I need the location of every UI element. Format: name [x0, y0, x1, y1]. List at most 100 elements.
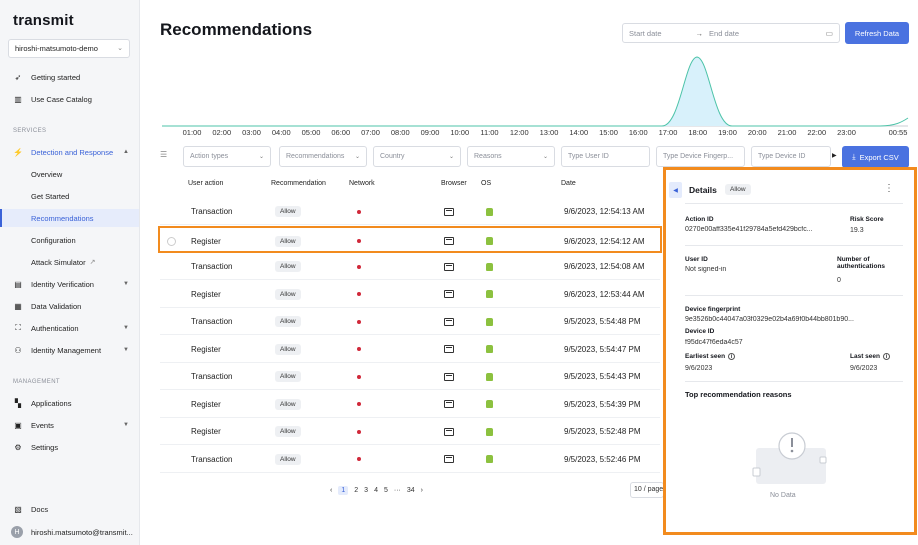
page-button-2[interactable]: 2: [354, 487, 358, 494]
sidebar-subitem-get-started[interactable]: Get Started: [0, 187, 139, 205]
table-row[interactable]: Transaction Allow 9/6/2023, 12:54:08 AM: [160, 253, 660, 280]
user-profile[interactable]: H hiroshi.matsumoto@transmit...: [0, 523, 139, 541]
tenant-selector[interactable]: hiroshi-matsumoto-demo ⌄: [8, 39, 130, 58]
sidebar-subitem-overview[interactable]: Overview: [0, 165, 139, 183]
sidebar-item-identity-management[interactable]: ⚇ Identity Management ▼: [0, 341, 139, 359]
action-types-select[interactable]: Action types ⌄: [183, 146, 271, 167]
book-icon: ▥: [14, 94, 22, 104]
export-csv-button[interactable]: ⤓ Export CSV: [842, 146, 909, 168]
column-header-browser[interactable]: Browser: [441, 180, 467, 187]
sidebar-item-settings[interactable]: ⚙ Settings: [0, 438, 139, 456]
sidebar-item-applications[interactable]: ▚ Applications: [0, 394, 139, 412]
user-action-cell: Register: [191, 289, 221, 299]
filter-icon[interactable]: ☰: [160, 150, 167, 159]
sidebar-item-docs[interactable]: ▧ Docs: [0, 500, 139, 518]
sidebar-item-identity-verification[interactable]: ▤ Identity Verification ▼: [0, 275, 139, 293]
android-icon: [486, 455, 493, 463]
timeline-tick-label: 00:55: [888, 128, 908, 137]
external-link-icon: ↗: [89, 259, 96, 266]
column-header-date[interactable]: Date: [561, 180, 576, 187]
divider: [685, 381, 903, 382]
timeline-tick-label: 01:00: [182, 128, 202, 137]
table-row[interactable]: Register Allow 9/5/2023, 5:54:39 PM: [160, 391, 660, 418]
user-id-input[interactable]: Type User ID: [561, 146, 650, 167]
user-email: hiroshi.matsumoto@transmit...: [31, 527, 133, 537]
sidebar-item-detection-and-response[interactable]: ⚡ Detection and Response ▲: [0, 143, 139, 161]
page-button-3[interactable]: 3: [364, 487, 368, 494]
refresh-icon: [819, 456, 827, 464]
input-placeholder: Type Device Fingerp...: [663, 153, 734, 160]
chevron-down-icon: ▼: [123, 422, 129, 428]
end-date-input[interactable]: End date: [709, 29, 739, 38]
sidebar-item-label: Data Validation: [31, 301, 82, 311]
scroll-right-icon[interactable]: ▶: [832, 152, 837, 159]
browser-icon: [444, 455, 454, 463]
device-fingerprint-input[interactable]: Type Device Fingerp...: [656, 146, 745, 167]
table-row[interactable]: Transaction Allow 9/5/2023, 5:54:43 PM: [160, 363, 660, 390]
start-date-input[interactable]: Start date: [629, 29, 662, 38]
sidebar-item-events[interactable]: ▣ Events ▼: [0, 416, 139, 434]
column-header-user-action[interactable]: User action: [188, 180, 223, 187]
date-cell: 9/5/2023, 5:54:47 PM: [564, 344, 641, 354]
table-row[interactable]: Register Allow 9/6/2023, 12:54:12 AM: [158, 225, 662, 253]
table-row[interactable]: Register Allow 9/5/2023, 5:54:47 PM: [160, 336, 660, 363]
page-button-34[interactable]: 34: [407, 487, 415, 494]
column-header-recommendation[interactable]: Recommendation: [271, 180, 326, 187]
divider: [685, 245, 903, 246]
browser-icon: [444, 345, 454, 353]
recommendation-badge: Allow: [275, 316, 301, 327]
timeline-tick-label: 19:00: [718, 128, 737, 137]
android-icon: [486, 400, 493, 408]
transmit-logo[interactable]: transmit: [13, 12, 74, 29]
info-icon[interactable]: i: [883, 353, 890, 360]
gear-icon: ⚙: [14, 442, 22, 452]
details-title: Details: [689, 185, 717, 195]
column-header-network[interactable]: Network: [349, 180, 375, 187]
sidebar-subitem-attack-simulator[interactable]: Attack Simulator ↗: [0, 253, 139, 271]
browser-icon: [444, 317, 454, 326]
network-status-dot: [357, 429, 361, 434]
table-row[interactable]: Transaction Allow 9/6/2023, 12:54:13 AM: [160, 198, 660, 225]
page-button-4[interactable]: 4: [374, 487, 378, 494]
recommendation-badge: Allow: [275, 426, 301, 437]
column-header-os[interactable]: OS: [481, 180, 491, 187]
chevron-down-icon: ▼: [123, 347, 129, 353]
table-row[interactable]: Register Allow 9/5/2023, 5:52:48 PM: [160, 418, 660, 445]
table-row[interactable]: Transaction Allow 9/5/2023, 5:52:46 PM: [160, 446, 660, 473]
reasons-select[interactable]: Reasons ⌄: [467, 146, 555, 167]
recommendations-select[interactable]: Recommendations ⌄: [279, 146, 367, 167]
timeline-tick-label: 22:00: [807, 128, 827, 137]
recommendation-badge: Allow: [275, 371, 301, 382]
table-row[interactable]: Transaction Allow 9/5/2023, 5:54:48 PM: [160, 308, 660, 335]
info-icon[interactable]: i: [728, 353, 736, 360]
user-action-cell: Register: [191, 236, 221, 246]
android-icon: [486, 317, 493, 326]
recommendation-badge: Allow: [275, 343, 301, 355]
country-select[interactable]: Country ⌄: [373, 146, 461, 167]
sidebar-subitem-recommendations[interactable]: Recommendations: [0, 209, 139, 227]
page-button-5[interactable]: 5: [384, 487, 388, 494]
sidebar-item-use-case-catalog[interactable]: ▥ Use Case Catalog: [0, 90, 139, 108]
next-page-button[interactable]: ›: [421, 487, 423, 494]
user-action-cell: Transaction: [191, 262, 233, 271]
refresh-data-button[interactable]: Refresh Data: [845, 22, 909, 44]
avatar: H: [11, 526, 23, 538]
sidebar-item-getting-started[interactable]: ➶ Getting started: [0, 68, 139, 86]
page-size-select[interactable]: 10 / page: [630, 482, 664, 498]
earliest-seen-label: Earliest seen i: [685, 353, 736, 360]
pagination-ellipsis[interactable]: ···: [394, 487, 401, 494]
device-id-input[interactable]: Type Device ID: [751, 146, 831, 167]
sidebar-subitem-configuration[interactable]: Configuration: [0, 231, 139, 249]
sidebar-item-label: Attack Simulator: [31, 257, 86, 267]
timeline-tick-label: 14:00: [569, 128, 589, 137]
collapse-panel-button[interactable]: ◀: [669, 182, 682, 198]
row-radio[interactable]: [167, 236, 176, 246]
prev-page-button[interactable]: ‹: [330, 487, 332, 494]
more-options-icon[interactable]: ⋮: [884, 183, 894, 194]
sidebar-item-data-validation[interactable]: ▦ Data Validation: [0, 297, 139, 315]
date-cell: 9/6/2023, 12:54:13 AM: [564, 207, 645, 216]
table-row[interactable]: Register Allow 9/6/2023, 12:53:44 AM: [160, 281, 660, 308]
date-range-picker[interactable]: Start date → End date ▭: [622, 23, 840, 43]
page-button-1[interactable]: 1: [338, 485, 349, 495]
sidebar-item-authentication[interactable]: ⛶ Authentication ▼: [0, 319, 139, 337]
